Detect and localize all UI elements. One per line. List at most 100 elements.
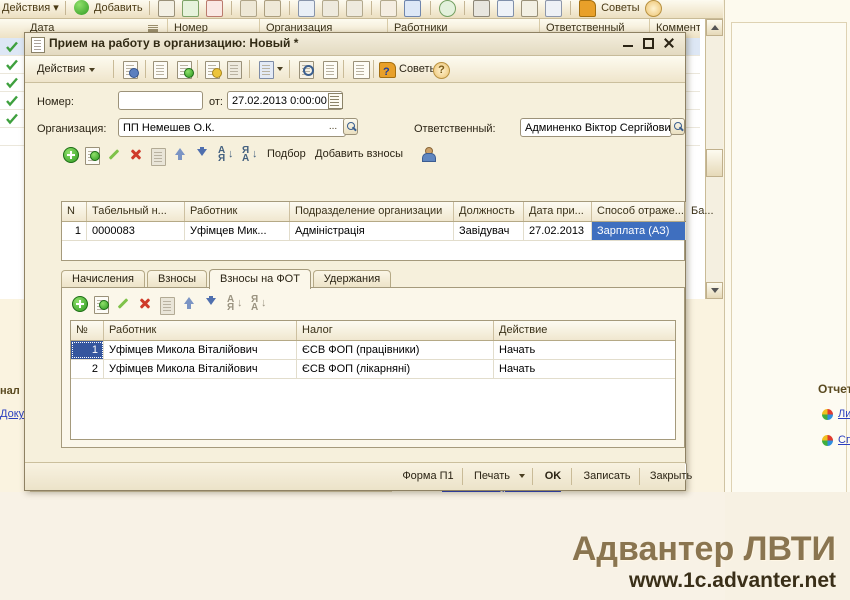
tips-button[interactable]: ? Советы bbox=[379, 60, 437, 78]
sort-desc-button[interactable]: Я А ↓ bbox=[250, 294, 268, 313]
add-row-button[interactable] bbox=[70, 294, 88, 312]
col-reflection-method[interactable]: Способ отраже... bbox=[592, 202, 686, 221]
col-worker[interactable]: Работник bbox=[104, 321, 297, 340]
tab-vznosy-na-fot[interactable]: Взносы на ФОТ bbox=[209, 269, 311, 289]
refresh-icon[interactable] bbox=[438, 0, 456, 17]
cell-reflection-method[interactable]: Зарплата (АЗ) bbox=[592, 222, 686, 240]
move-up-button[interactable] bbox=[171, 145, 189, 163]
cell-position[interactable]: Завідувач bbox=[454, 222, 524, 240]
delete-row-button[interactable] bbox=[136, 294, 154, 312]
mark-delete-icon[interactable] bbox=[239, 0, 257, 17]
col-ba[interactable]: Ба... bbox=[686, 202, 716, 221]
responsible-ellipsis-button[interactable]: ... bbox=[652, 119, 668, 135]
page-setup-icon[interactable] bbox=[544, 0, 562, 17]
copy-icon[interactable] bbox=[157, 0, 175, 17]
preview-icon[interactable] bbox=[496, 0, 514, 17]
table-row-empty[interactable] bbox=[62, 241, 684, 260]
table-row[interactable]: 2 Уфімцев Микола Віталійович ЄСВ ФОП (лі… bbox=[71, 360, 675, 379]
close-button[interactable] bbox=[660, 36, 677, 51]
help-icon[interactable] bbox=[644, 0, 662, 17]
organization-input[interactable]: ПП Немешев О.К. bbox=[118, 118, 346, 137]
bg-actions-menu[interactable]: Действия bbox=[2, 0, 50, 17]
add-row-button[interactable] bbox=[61, 145, 79, 163]
tips-icon[interactable] bbox=[579, 0, 597, 17]
move-down-button[interactable] bbox=[193, 145, 211, 163]
preview-button[interactable] bbox=[297, 60, 317, 79]
set-filter-icon[interactable] bbox=[404, 0, 422, 17]
number-input[interactable] bbox=[118, 91, 203, 110]
cell-tab-number[interactable]: 0000083 bbox=[87, 222, 185, 240]
search-icon[interactable] bbox=[264, 0, 282, 17]
col-worker[interactable]: Работник bbox=[185, 202, 290, 221]
close-button[interactable]: Закрыть bbox=[643, 467, 699, 486]
help-button[interactable]: ? bbox=[433, 62, 450, 79]
cell-number[interactable]: 2 bbox=[71, 360, 104, 378]
cell-ba[interactable] bbox=[686, 222, 716, 240]
tab-vznosy[interactable]: Взносы bbox=[147, 270, 207, 288]
sort-asc-button[interactable]: А Я ↓ bbox=[217, 145, 235, 164]
maximize-button[interactable] bbox=[640, 36, 657, 51]
tab-strip[interactable]: Начисления Взносы Взносы на ФОТ Удержани… bbox=[61, 269, 685, 289]
employee-icon-button[interactable] bbox=[419, 145, 437, 163]
cell-worker[interactable]: Уфімцев Мик... bbox=[185, 222, 290, 240]
table-row-empty[interactable] bbox=[71, 379, 675, 398]
employees-table[interactable]: N Табельный н... Работник Подразделение … bbox=[61, 201, 714, 261]
move-down-button[interactable] bbox=[202, 294, 220, 312]
table-row[interactable]: 1 0000083 Уфімцев Мик... Адміністрація З… bbox=[62, 222, 686, 241]
scroll-up-button[interactable] bbox=[706, 19, 723, 36]
list-button[interactable] bbox=[351, 60, 371, 79]
cell-action[interactable]: Начать bbox=[494, 341, 677, 359]
ok-button[interactable]: OK bbox=[538, 467, 568, 486]
organization-search-icon[interactable] bbox=[343, 118, 358, 135]
tab-uderzhaniya[interactable]: Удержания bbox=[313, 270, 391, 288]
copy-button[interactable] bbox=[175, 60, 195, 79]
contributions-table[interactable]: № Работник Налог Действие 1 Уфімцев Мико… bbox=[70, 320, 676, 440]
unpost-icon[interactable] bbox=[322, 0, 340, 17]
move-up-button[interactable] bbox=[180, 294, 198, 312]
hiring-document-dialog[interactable]: Прием на работу в организацию: Новый * Д… bbox=[24, 32, 714, 491]
print-button[interactable]: Печать bbox=[468, 467, 516, 486]
cell-action[interactable]: Начать bbox=[494, 360, 677, 378]
print-icon[interactable] bbox=[472, 0, 490, 17]
col-department[interactable]: Подразделение организации bbox=[290, 202, 454, 221]
col-tax[interactable]: Налог bbox=[297, 321, 494, 340]
pick-button[interactable]: Подбор bbox=[267, 148, 306, 160]
cell-hire-date[interactable]: 27.02.2013 bbox=[524, 222, 592, 240]
copy-row-button[interactable] bbox=[92, 294, 110, 314]
col-number[interactable]: № bbox=[71, 321, 104, 340]
cell-worker[interactable]: Уфімцев Микола Віталійович bbox=[104, 341, 297, 359]
edit-icon[interactable] bbox=[181, 0, 199, 17]
cell-tax[interactable]: ЄСВ ФОП (працівники) bbox=[297, 341, 494, 359]
sort-desc-button[interactable]: Я А ↓ bbox=[241, 145, 259, 164]
cell-number[interactable]: 1 bbox=[71, 341, 104, 359]
edit-row-button[interactable] bbox=[105, 145, 123, 163]
delete-row-button[interactable] bbox=[127, 145, 145, 163]
post-document-button[interactable] bbox=[203, 60, 223, 79]
right-panel-link-1[interactable]: Ли bbox=[838, 408, 850, 420]
left-panel-link[interactable]: Доку bbox=[0, 408, 24, 420]
col-position[interactable]: Должность bbox=[454, 202, 524, 221]
chevron-down-icon[interactable] bbox=[277, 67, 283, 71]
bg-tips-button[interactable]: Советы bbox=[601, 0, 639, 17]
form-p1-button[interactable]: Форма П1 bbox=[397, 467, 459, 486]
background-toolbar[interactable]: Действия ▾ Добавить Советы bbox=[0, 0, 723, 19]
list-vertical-scrollbar[interactable] bbox=[705, 19, 723, 299]
cell-department[interactable]: Адміністрація bbox=[290, 222, 454, 240]
save-and-close-button[interactable] bbox=[121, 60, 141, 79]
delete-icon[interactable] bbox=[205, 0, 223, 17]
post-icon[interactable] bbox=[298, 0, 316, 17]
calendar-icon[interactable] bbox=[328, 93, 343, 109]
sort-asc-button[interactable]: А Я ↓ bbox=[226, 294, 244, 313]
goto-button[interactable] bbox=[257, 60, 277, 79]
col-action[interactable]: Действие bbox=[494, 321, 677, 340]
dialog-footer[interactable]: Форма П1 Печать OK Записать Закрыть bbox=[25, 462, 692, 490]
write-button[interactable] bbox=[151, 60, 171, 79]
col-tab-number[interactable]: Табельный н... bbox=[87, 202, 185, 221]
date-input[interactable]: 27.02.2013 0:00:00 bbox=[227, 91, 343, 110]
responsible-input[interactable]: Админенко Віктор Сергійович bbox=[520, 118, 672, 137]
undo-post-button[interactable] bbox=[225, 60, 245, 79]
cell-worker[interactable]: Уфімцев Микола Віталійович bbox=[104, 360, 297, 378]
copy-row-button[interactable] bbox=[83, 145, 101, 165]
actions-menu-button[interactable]: Действия bbox=[33, 60, 99, 78]
table-row[interactable]: 1 Уфімцев Микола Віталійович ЄСВ ФОП (пр… bbox=[71, 341, 675, 360]
